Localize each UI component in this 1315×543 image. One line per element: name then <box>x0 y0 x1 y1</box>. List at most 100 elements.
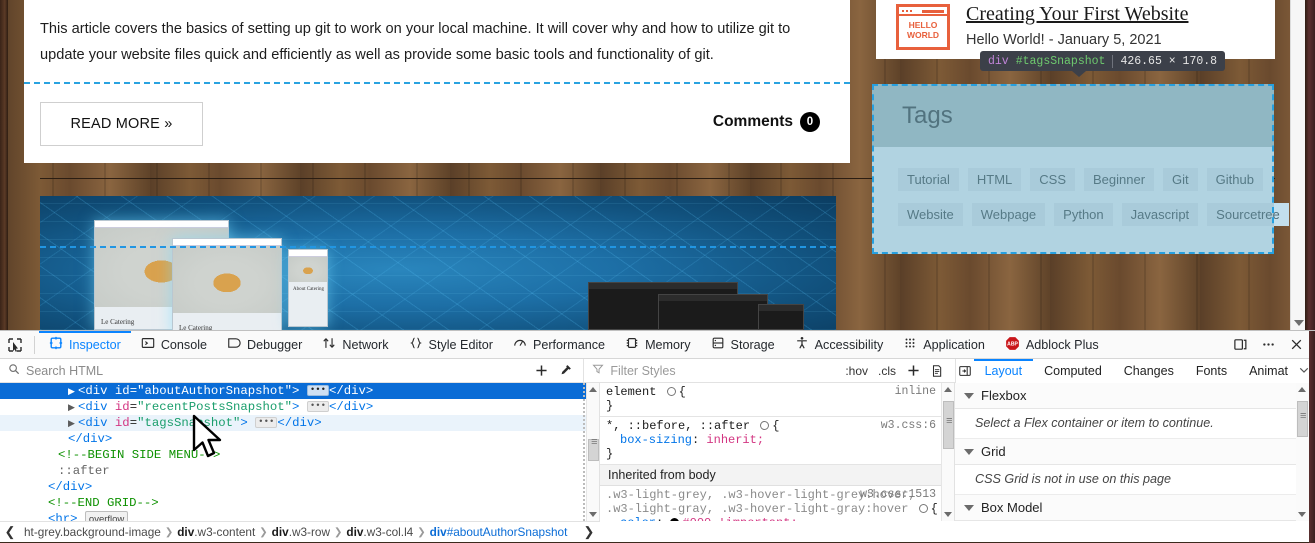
tag-item[interactable]: Website <box>898 203 963 226</box>
search-html-input[interactable] <box>26 363 530 378</box>
rule-source[interactable]: w3.css:1513 <box>860 488 936 501</box>
css-value[interactable]: #000 !important; <box>682 516 797 521</box>
pseudo-class-toggle[interactable]: :hov <box>840 364 873 378</box>
breadcrumb-forward-icon[interactable]: ❯ <box>578 524 600 540</box>
scroll-down-arrow-icon[interactable] <box>1294 320 1304 326</box>
tab-layout[interactable]: Layout <box>974 359 1034 383</box>
markup-node-comment-begin-side-menu[interactable]: <!--BEGIN SIDE MENU--> <box>0 447 599 463</box>
markup-tree-pane[interactable]: ▶ <div id="aboutAuthorSnapshot"> ••• </div… <box>0 383 600 521</box>
tab-memory[interactable]: Memory <box>615 331 700 359</box>
markup-node-comment-end-grid[interactable]: <!--END GRID--> <box>0 495 599 511</box>
close-icon[interactable] <box>1283 332 1309 358</box>
flexbox-section-header[interactable]: Flexbox <box>955 383 1315 409</box>
tab-application[interactable]: Application <box>893 331 995 359</box>
node-attr-value[interactable]: "tagsSnapshot" <box>137 416 240 430</box>
expand-twisty-icon[interactable]: ▶ <box>68 400 78 416</box>
tab-fonts[interactable]: Fonts <box>1185 359 1238 383</box>
tag-item[interactable]: HTML <box>967 168 1022 191</box>
markup-node-aboutAuthorSnapshot[interactable]: ▶ <div id="aboutAuthorSnapshot"> ••• </div… <box>0 383 599 399</box>
node-attr-name[interactable]: id <box>115 384 130 398</box>
tag-item[interactable]: CSS <box>1030 168 1075 191</box>
chevron-down-icon[interactable] <box>964 392 974 399</box>
markup-node-hr[interactable]: <hr> overflow <box>0 511 599 521</box>
box-model-section-header[interactable]: Box Model <box>955 495 1315 521</box>
dock-panel-icon[interactable] <box>1227 332 1253 358</box>
scroll-down-arrow-icon[interactable] <box>944 512 952 517</box>
rule-selector[interactable]: *, ::before, ::after <box>606 419 750 433</box>
tab-adblock-plus[interactable]: ABP Adblock Plus <box>995 331 1109 359</box>
tag-item[interactable]: Beginner <box>1084 168 1155 191</box>
rules-vertical-scrollbar[interactable] <box>941 383 954 521</box>
color-swatch-icon[interactable] <box>670 518 680 521</box>
css-property[interactable]: box-sizing <box>606 433 692 447</box>
collapsed-children-icon[interactable]: ••• <box>255 417 278 428</box>
more-options-icon[interactable] <box>1255 332 1281 358</box>
tag-item[interactable]: Javascript <box>1121 203 1199 226</box>
expand-twisty-icon[interactable]: ▶ <box>68 384 78 400</box>
rule-settings-icon[interactable] <box>918 504 928 513</box>
markup-node-close-div[interactable]: </div> <box>0 431 599 447</box>
collapsed-children-icon[interactable]: ••• <box>306 385 330 396</box>
comments-indicator[interactable]: Comments 0 <box>713 112 820 132</box>
tab-accessibility[interactable]: Accessibility <box>785 331 894 359</box>
print-styles-icon[interactable] <box>925 359 949 383</box>
css-value[interactable]: inherit; <box>706 433 764 447</box>
rule-settings-icon[interactable] <box>760 421 770 430</box>
css-declaration[interactable]: color: #000 !important; <box>606 516 948 521</box>
recent-post-title-link[interactable]: Creating Your First Website <box>966 3 1188 26</box>
expand-pane-icon[interactable] <box>956 364 974 378</box>
rule-source[interactable]: inline <box>895 385 936 398</box>
rule-selector[interactable]: element <box>606 385 656 399</box>
tag-item[interactable]: Sourcetree <box>1207 203 1289 226</box>
scrollbar-thumb[interactable] <box>943 401 954 449</box>
scrollbar-thumb[interactable] <box>1297 401 1308 437</box>
add-new-rule-icon[interactable] <box>901 359 925 383</box>
collapsed-children-icon[interactable]: ••• <box>306 401 330 412</box>
markup-node-recentPostsSnapshot[interactable]: ▶ <div id="recentPostsSnapshot"> ••• </div… <box>0 399 599 415</box>
create-new-node-icon[interactable] <box>529 359 553 383</box>
tag-item[interactable]: Python <box>1054 203 1113 226</box>
tab-inspector[interactable]: Inspector <box>39 331 131 359</box>
tab-debugger[interactable]: Debugger <box>217 331 312 359</box>
markup-vertical-scrollbar[interactable] <box>586 383 599 521</box>
tab-storage[interactable]: Storage <box>701 331 785 359</box>
css-property[interactable]: color <box>606 516 656 521</box>
css-declaration[interactable]: box-sizing: inherit; <box>606 433 948 447</box>
node-attr-value[interactable]: "recentPostsSnapshot" <box>137 400 292 414</box>
rule-settings-icon[interactable] <box>666 387 676 396</box>
filter-styles-input[interactable] <box>610 363 841 378</box>
expand-twisty-icon[interactable]: ▶ <box>68 416 78 432</box>
markup-node-tagsSnapshot[interactable]: ▶ <div id="tagsSnapshot"> ••• </div> <box>0 415 599 431</box>
scroll-down-arrow-icon[interactable] <box>589 512 597 517</box>
node-attr-name[interactable]: id <box>115 400 130 414</box>
markup-node-pseudo-after[interactable]: ::after <box>0 463 599 479</box>
tab-style-editor[interactable]: Style Editor <box>399 331 503 359</box>
tag-item[interactable]: Git <box>1163 168 1198 191</box>
chevron-down-icon[interactable] <box>964 504 974 511</box>
breadcrumb-item[interactable]: div.w3-content <box>173 525 259 539</box>
breadcrumb-item[interactable]: div.w3-col.l4 <box>342 525 417 539</box>
tab-computed[interactable]: Computed <box>1033 359 1113 383</box>
scroll-up-arrow-icon[interactable] <box>944 387 952 392</box>
tab-console[interactable]: Console <box>131 331 217 359</box>
css-rules-pane[interactable]: element { inline } *, ::before, ::after … <box>600 383 955 521</box>
element-picker-icon[interactable] <box>0 331 30 359</box>
eyedropper-icon[interactable] <box>553 359 577 383</box>
tab-network[interactable]: Network <box>312 331 398 359</box>
css-rule-universal[interactable]: *, ::before, ::after { w3.css:6 box-sizi… <box>600 417 954 465</box>
node-attr-name[interactable]: id <box>115 416 130 430</box>
layout-vertical-scrollbar[interactable] <box>1296 383 1309 521</box>
scroll-up-arrow-icon[interactable] <box>589 387 597 392</box>
scrollbar-thumb[interactable] <box>588 437 599 461</box>
read-more-button[interactable]: READ MORE » <box>40 102 203 146</box>
scroll-down-arrow-icon[interactable] <box>1298 512 1306 517</box>
tag-item[interactable]: Webpage <box>971 203 1046 226</box>
chevron-down-icon[interactable] <box>964 448 974 455</box>
breadcrumb-item[interactable]: div.w3-row <box>268 525 334 539</box>
grid-section-header[interactable]: Grid <box>955 439 1315 465</box>
scroll-up-arrow-icon[interactable] <box>1298 387 1306 392</box>
breadcrumb-back-icon[interactable]: ❮ <box>0 524 20 540</box>
breadcrumb-item[interactable]: ht-grey.background-image <box>20 525 165 539</box>
rule-source[interactable]: w3.css:6 <box>881 419 936 432</box>
tab-animations[interactable]: Animat <box>1238 359 1299 383</box>
